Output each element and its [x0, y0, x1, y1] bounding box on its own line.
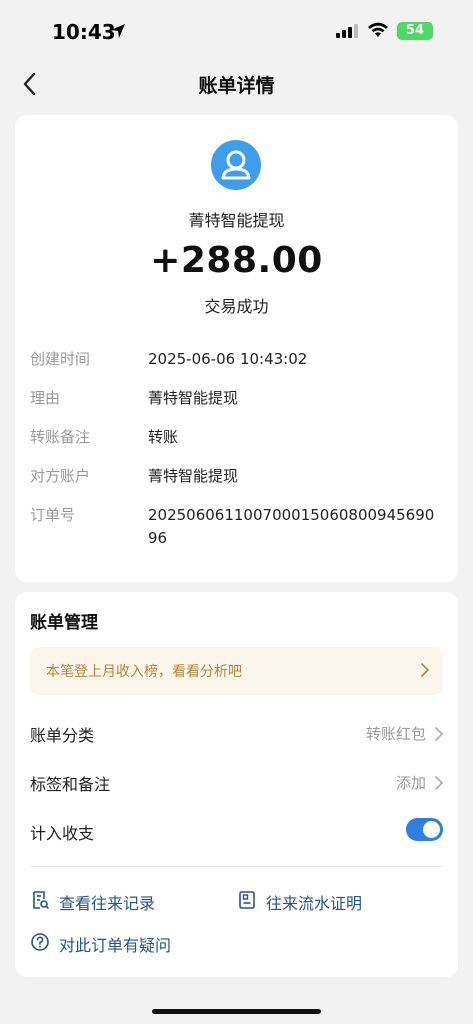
order-number-value[interactable]: 20250606110070001506080094569096 [148, 504, 443, 550]
wifi-icon [368, 22, 388, 37]
link-text: 对此订单有疑问 [59, 936, 172, 955]
tags-notes-row[interactable]: 标签和备注 添加 [15, 762, 458, 802]
income-analysis-banner[interactable]: 本笔登上月收入榜，看看分析吧 [30, 647, 443, 695]
section-title: 账单管理 [30, 613, 98, 633]
bill-summary-card: 菁特智能提现 +288.00 交易成功 创建时间 2025-06-06 10:4… [15, 115, 458, 582]
row-label: 标签和备注 [30, 775, 111, 794]
detail-label: 理由 [30, 389, 61, 407]
row-label: 计入收支 [30, 824, 95, 843]
detail-label: 创建时间 [30, 350, 91, 368]
tags-value: 添加 [395, 774, 426, 792]
document-list-icon [239, 891, 255, 909]
link-text: 往来流水证明 [266, 894, 363, 913]
location-arrow-icon [111, 24, 125, 38]
battery-icon: 54 [397, 22, 433, 40]
user-icon [221, 150, 251, 180]
bill-management-card: 账单管理 本笔登上月收入榜，看看分析吧 账单分类 转账红包 标签和备注 添加 计… [15, 592, 458, 977]
home-indicator[interactable] [152, 1009, 321, 1014]
detail-label: 对方账户 [30, 467, 91, 485]
row-label: 账单分类 [30, 726, 95, 745]
bill-amount: +288.00 [150, 240, 323, 281]
chevron-right-icon [421, 663, 430, 677]
order-question-link[interactable]: 对此订单有疑问 [30, 931, 230, 955]
view-records-link[interactable]: 查看往来记录 [30, 889, 210, 913]
cellular-signal-icon [336, 24, 358, 38]
page-title: 账单详情 [198, 75, 275, 97]
detail-value: 菁特智能提现 [148, 467, 239, 485]
chevron-right-icon [435, 727, 444, 741]
detail-label: 订单号 [30, 506, 76, 524]
battery-level: 54 [405, 23, 425, 38]
count-in-balance-toggle[interactable] [406, 818, 443, 841]
detail-value: 转账 [148, 428, 179, 446]
toggle-knob [423, 821, 440, 838]
document-search-icon [33, 891, 50, 910]
status-bar: 10:43 54 [0, 0, 473, 62]
detail-value: 菁特智能提现 [148, 389, 239, 407]
question-circle-icon [31, 933, 49, 951]
bill-category-row[interactable]: 账单分类 转账红包 [15, 713, 458, 753]
divider [30, 866, 443, 867]
category-value: 转账红包 [365, 725, 426, 743]
transaction-certificate-link[interactable]: 往来流水证明 [237, 889, 437, 913]
status-time: 10:43 [52, 20, 116, 44]
link-text: 查看往来记录 [59, 894, 156, 913]
count-in-balance-row: 计入收支 [15, 811, 458, 851]
payee-name: 菁特智能提现 [188, 211, 285, 230]
detail-value: 2025-06-06 10:43:02 [148, 350, 308, 368]
payee-avatar [211, 140, 261, 190]
promo-text: 本笔登上月收入榜，看看分析吧 [46, 664, 242, 680]
chevron-right-icon [435, 776, 444, 790]
transaction-status: 交易成功 [204, 297, 269, 316]
detail-label: 转账备注 [30, 428, 91, 446]
nav-bar: 账单详情 [0, 62, 473, 106]
